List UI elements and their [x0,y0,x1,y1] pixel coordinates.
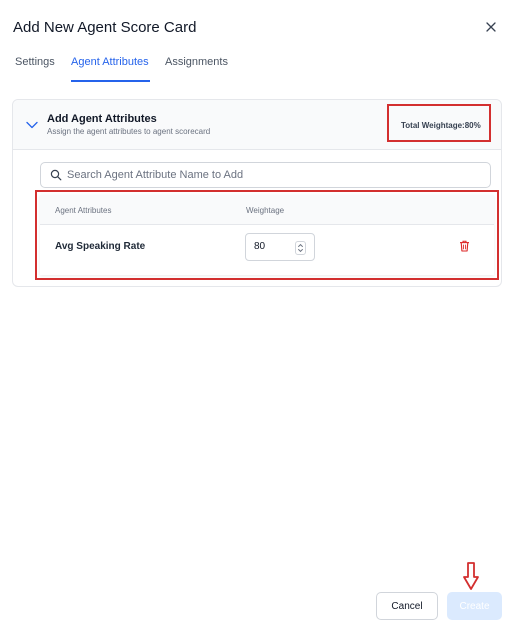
weightage-stepper[interactable] [245,233,315,261]
attributes-table-highlight: Agent Attributes Weightage Avg Speaking … [35,190,499,280]
spinner-icon[interactable] [295,241,306,255]
total-weightage: Total Weightage:80% [401,121,481,130]
arrow-down-icon [463,562,479,590]
create-button[interactable]: Create [447,592,502,620]
agent-attributes-panel: Add Agent Attributes Assign the agent at… [12,99,502,287]
table-header: Agent Attributes Weightage [40,195,494,225]
close-icon[interactable] [484,20,498,34]
tab-bar: Settings Agent Attributes Assignments [0,52,516,82]
panel-header[interactable]: Add Agent Attributes Assign the agent at… [13,100,501,150]
search-input[interactable] [67,166,477,184]
column-header-weightage: Weightage [246,206,285,215]
chevron-down-icon[interactable] [26,121,38,129]
attribute-name: Avg Speaking Rate [55,241,146,252]
tab-settings[interactable]: Settings [15,56,56,82]
total-weightage-highlight: Total Weightage:80% [387,104,491,142]
delete-icon[interactable] [459,240,470,252]
attributes-table: Agent Attributes Weightage Avg Speaking … [40,195,494,275]
panel-title: Add Agent Attributes [47,113,157,125]
tab-agent-attributes[interactable]: Agent Attributes [71,56,150,82]
cancel-button[interactable]: Cancel [376,592,438,620]
weightage-input[interactable] [254,241,290,252]
column-header-agent-attributes: Agent Attributes [55,206,112,215]
tab-assignments[interactable]: Assignments [165,56,228,82]
search-box[interactable] [40,162,491,188]
panel-subtitle: Assign the agent attributes to agent sco… [47,127,211,136]
search-icon [50,169,62,181]
dialog-title: Add New Agent Score Card [13,19,197,36]
